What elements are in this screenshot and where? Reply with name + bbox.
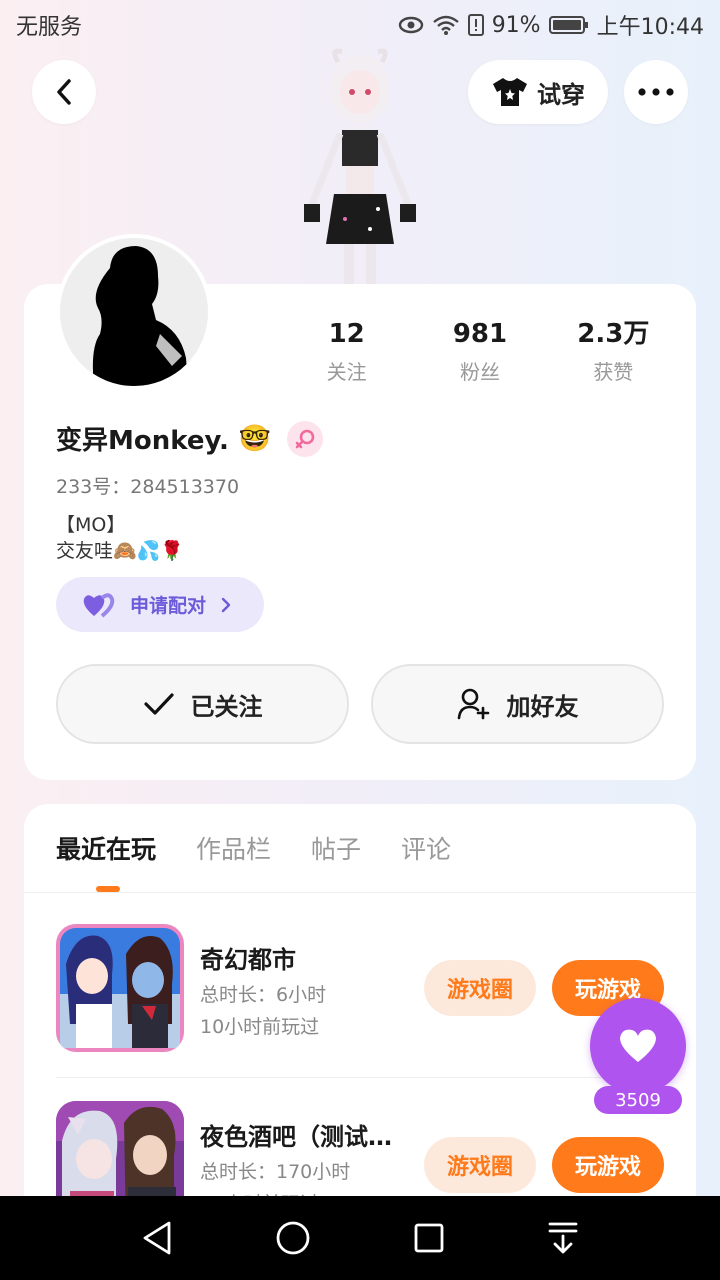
- game-thumbnail[interactable]: [56, 924, 184, 1052]
- system-nav-bar: [0, 1196, 720, 1280]
- stat-label: 获赞: [593, 360, 634, 384]
- tab-posts[interactable]: 帖子: [311, 830, 361, 870]
- game-title: 奇幻都市: [200, 946, 296, 974]
- stat-following[interactable]: 12 关注: [280, 318, 413, 385]
- list-item[interactable]: 奇幻都市 总时长：6小时 10小时前玩过 游戏圈 玩游戏: [56, 924, 664, 1054]
- add-friend-button[interactable]: 加好友: [371, 664, 664, 744]
- try-on-button[interactable]: 试穿: [468, 60, 608, 124]
- list-divider: [56, 1077, 664, 1078]
- nerd-emoji: 🤓: [238, 423, 272, 454]
- chevron-left-icon: [57, 79, 71, 105]
- profile-stats: 12 关注 981 粉丝 2.3万 获赞: [280, 318, 680, 385]
- stat-value: 981: [452, 319, 508, 349]
- female-gender-icon: [287, 420, 324, 457]
- shirt-icon: [493, 78, 527, 106]
- username: 变异Monkey.: [56, 426, 229, 456]
- back-button[interactable]: [32, 60, 96, 124]
- bio: 【MO】 交友哇🙈💦🌹: [56, 512, 184, 564]
- stat-value: 2.3万: [577, 319, 650, 349]
- status-bar: 无服务 91% 上午10:44: [0, 0, 720, 50]
- profile-tabs: 最近在玩 作品栏 帖子 评论: [56, 830, 451, 870]
- tab-recently-played[interactable]: 最近在玩: [56, 830, 156, 870]
- clock: 上午10:44: [596, 15, 704, 40]
- notification-pull-icon[interactable]: [547, 1220, 579, 1256]
- avatar-silhouette: [60, 238, 208, 386]
- chevron-right-icon: [221, 597, 231, 612]
- like-floating-button[interactable]: [590, 998, 686, 1094]
- game-last-played: 10小时前玩过: [200, 1016, 320, 1038]
- name-row: 变异Monkey. 🤓: [56, 420, 324, 457]
- stat-label: 粉丝: [459, 360, 500, 384]
- like-count-badge: 3509: [594, 1086, 682, 1114]
- eye-icon: [398, 16, 423, 34]
- stat-value: 12: [328, 319, 365, 349]
- recents-square-icon[interactable]: [413, 1222, 445, 1254]
- game-duration: 总时长：170小时: [200, 1161, 351, 1183]
- stat-likes[interactable]: 2.3万 获赞: [547, 318, 680, 385]
- play-game-button[interactable]: 玩游戏: [552, 1137, 664, 1193]
- game-circle-button[interactable]: 游戏圈: [424, 960, 536, 1016]
- avatar[interactable]: [56, 234, 212, 390]
- back-triangle-icon[interactable]: [141, 1220, 173, 1256]
- followed-label: 已关注: [190, 692, 263, 721]
- match-label: 申请配对: [130, 595, 207, 617]
- bio-line: 【MO】: [56, 514, 126, 536]
- tab-comments[interactable]: 评论: [401, 830, 451, 870]
- add-user-icon: [457, 688, 489, 720]
- battery-icon: [548, 16, 588, 34]
- add-friend-label: 加好友: [506, 692, 579, 721]
- wifi-icon: [432, 15, 459, 35]
- sim-alert-icon: [467, 14, 484, 36]
- avatar-character-figure: [290, 44, 430, 289]
- battery-percent: 91%: [491, 12, 541, 38]
- tab-divider: [24, 892, 696, 893]
- home-circle-icon[interactable]: [275, 1220, 311, 1256]
- more-button[interactable]: [624, 60, 688, 124]
- stat-followers[interactable]: 981 粉丝: [413, 318, 546, 385]
- try-on-label: 试穿: [537, 80, 585, 109]
- user-id: 233号：284513370: [56, 476, 240, 498]
- status-icons: 91% 上午10:44: [398, 9, 704, 41]
- carrier-label: 无服务: [16, 15, 83, 40]
- request-match-button[interactable]: 申请配对: [56, 577, 264, 632]
- heart-icon: [620, 1029, 656, 1062]
- heart-pair-icon: [83, 592, 115, 618]
- bio-line: 交友哇🙈💦🌹: [56, 540, 184, 562]
- game-duration: 总时长：6小时: [200, 984, 327, 1006]
- checkmark-icon: [143, 693, 174, 715]
- followed-button[interactable]: 已关注: [56, 664, 349, 744]
- tab-works[interactable]: 作品栏: [196, 830, 271, 870]
- game-circle-button[interactable]: 游戏圈: [424, 1137, 536, 1193]
- stat-label: 关注: [326, 360, 367, 384]
- more-dots-icon: [638, 88, 674, 96]
- game-title: 夜色酒吧（测试…: [200, 1123, 392, 1151]
